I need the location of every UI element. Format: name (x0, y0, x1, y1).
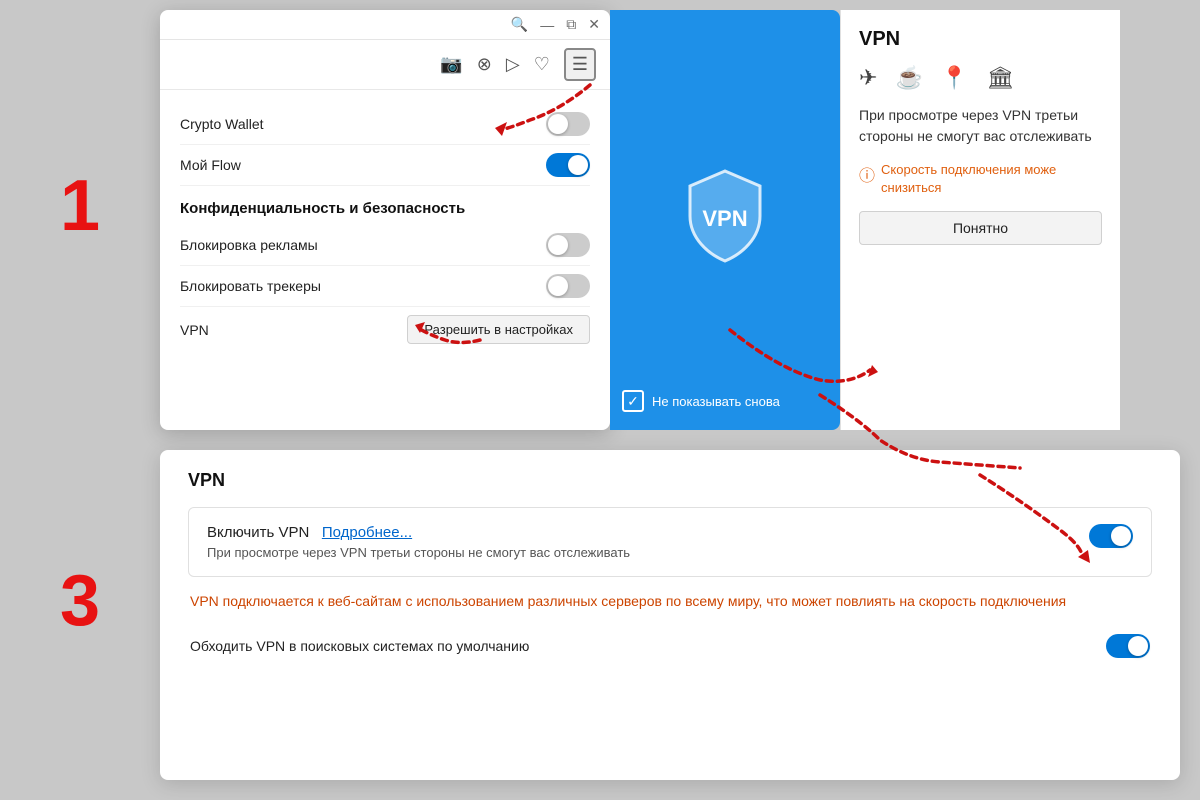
camera-toolbar-icon[interactable]: 📷 (440, 54, 462, 75)
warning-icon: ⓘ (859, 162, 875, 186)
top-section: 🔍 — ⧉ ✕ 📷 ⊗ ▷ ♡ ☰ Crypto Wallet Мой Flow (160, 10, 1200, 430)
bottom-vpn-title: VPN (188, 470, 1152, 491)
vpn-server-warning: VPN подключается к веб-сайтам с использо… (188, 591, 1152, 612)
ad-block-label: Блокировка рекламы (180, 237, 318, 253)
vpn-shield-icon: VPN (680, 166, 770, 266)
vpn-no-show-row: ✓ Не показывать снова (622, 390, 780, 412)
enable-vpn-label: Включить VPN (207, 524, 309, 541)
vpn-blue-popup: VPN ✓ Не показывать снова (610, 10, 840, 430)
vpn-search-bypass-row: Обходить VPN в поисковых системах по умо… (188, 626, 1152, 666)
vpn-no-show-label: Не показывать снова (652, 394, 780, 409)
minimize-icon[interactable]: — (540, 17, 554, 33)
tracker-block-toggle[interactable] (546, 274, 590, 298)
bottom-section: VPN Включить VPN Подробнее... При просмо… (160, 450, 1180, 780)
enable-vpn-toggle[interactable] (1089, 524, 1133, 548)
crypto-wallet-row: Crypto Wallet (180, 104, 590, 145)
vpn-search-bypass-label: Обходить VPN в поисковых системах по умо… (190, 638, 529, 654)
crypto-wallet-toggle[interactable] (546, 112, 590, 136)
heart-toolbar-icon[interactable]: ♡ (534, 54, 550, 75)
send-toolbar-icon[interactable]: ▷ (506, 54, 520, 75)
location-icon: 📍 (941, 65, 968, 91)
plane-icon: ✈ (859, 65, 877, 91)
browser-toolbar: 📷 ⊗ ▷ ♡ ☰ (160, 40, 610, 90)
ad-block-toggle[interactable] (546, 233, 590, 257)
step-3-label: 3 (60, 565, 100, 637)
vpn-warning-text: Скорость подключения може снизиться (881, 161, 1102, 197)
my-flow-label: Мой Flow (180, 157, 241, 173)
search-bypass-toggle[interactable] (1106, 634, 1150, 658)
badge-toolbar-icon[interactable]: ⊗ (477, 54, 492, 75)
close-icon[interactable]: ✕ (588, 16, 600, 33)
learn-more-link[interactable]: Подробнее... (322, 524, 412, 541)
enable-vpn-desc: При просмотре через VPN третьи стороны н… (207, 545, 1089, 560)
step-1-label: 1 (60, 170, 100, 242)
privacy-heading: Конфиденциальность и безопасность (180, 200, 590, 217)
vpn-no-show-checkbox[interactable]: ✓ (622, 390, 644, 412)
search-icon[interactable]: 🔍 (511, 16, 528, 33)
coffee-icon: ☕ (895, 65, 922, 91)
vpn-row: VPN Разрешить в настройках (180, 307, 590, 352)
svg-text:VPN: VPN (702, 206, 747, 231)
crypto-wallet-label: Crypto Wallet (180, 116, 264, 132)
enable-vpn-card: Включить VPN Подробнее... При просмотре … (188, 507, 1152, 577)
vpn-info-description: При просмотре через VPN третьи стороны н… (859, 105, 1102, 147)
enable-vpn-right (1089, 524, 1133, 548)
enable-vpn-left: Включить VPN Подробнее... При просмотре … (207, 524, 1089, 560)
browser-panel: 🔍 — ⧉ ✕ 📷 ⊗ ▷ ♡ ☰ Crypto Wallet Мой Flow (160, 10, 610, 430)
tracker-block-row: Блокировать трекеры (180, 266, 590, 307)
titlebar: 🔍 — ⧉ ✕ (160, 10, 610, 40)
allow-settings-button[interactable]: Разрешить в настройках (407, 315, 590, 344)
bank-icon: 🏛 (986, 65, 1014, 91)
tracker-block-label: Блокировать трекеры (180, 278, 321, 294)
my-flow-row: Мой Flow (180, 145, 590, 186)
ad-block-row: Блокировка рекламы (180, 225, 590, 266)
browser-content: Crypto Wallet Мой Flow Конфиденциальност… (160, 90, 610, 366)
vpn-warning-row: ⓘ Скорость подключения може снизиться (859, 161, 1102, 197)
vpn-ok-button[interactable]: Понятно (859, 211, 1102, 245)
enable-vpn-title-row: Включить VPN Подробнее... (207, 524, 1089, 541)
vpn-icons-row: ✈ ☕ 📍 🏛 (859, 65, 1102, 91)
maximize-icon[interactable]: ⧉ (566, 16, 576, 33)
menu-toolbar-icon[interactable]: ☰ (564, 48, 596, 81)
my-flow-toggle[interactable] (546, 153, 590, 177)
vpn-label: VPN (180, 322, 209, 338)
vpn-info-panel: VPN ✈ ☕ 📍 🏛 При просмотре через VPN трет… (840, 10, 1120, 430)
vpn-info-title: VPN (859, 28, 1102, 51)
